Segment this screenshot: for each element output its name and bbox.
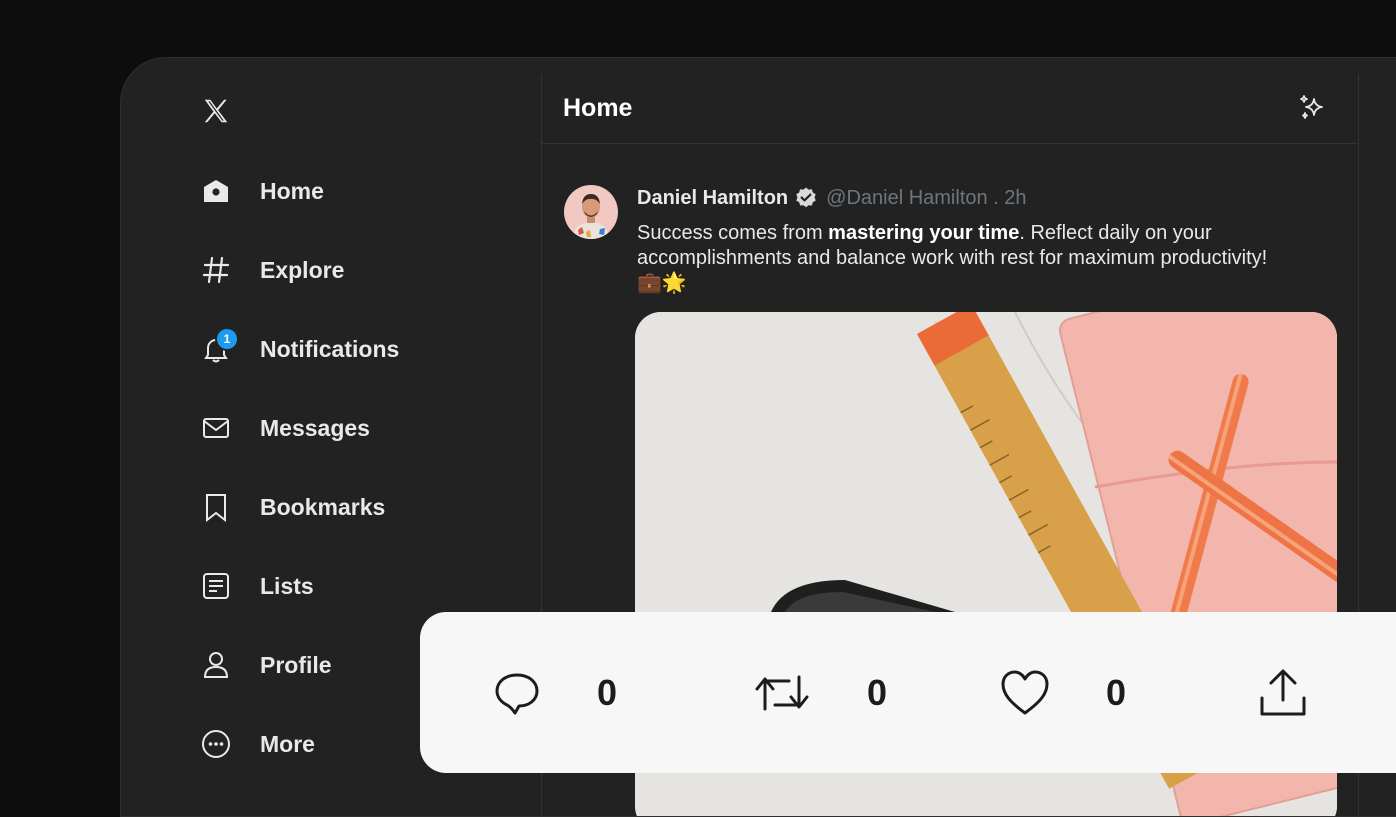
- sidebar-item-messages[interactable]: Messages: [201, 406, 370, 450]
- bookmark-icon: [201, 492, 231, 522]
- retweet-count: 0: [867, 671, 888, 713]
- sidebar-item-label: More: [260, 730, 315, 757]
- tweet-action-bar: 0 0 0: [420, 612, 1396, 773]
- like-button[interactable]: 0: [1000, 612, 1126, 773]
- sidebar-item-home[interactable]: Home: [201, 169, 324, 213]
- sidebar-item-explore[interactable]: Explore: [201, 248, 344, 292]
- retweet-button[interactable]: 0: [753, 612, 887, 773]
- hashtag-icon: [201, 255, 231, 285]
- reply-button[interactable]: 0: [493, 612, 617, 773]
- tweet-text: Success comes from mastering your time. …: [637, 221, 1297, 296]
- like-count: 0: [1106, 671, 1127, 713]
- x-logo-icon[interactable]: [201, 96, 231, 126]
- retweet-icon: [755, 675, 809, 710]
- sidebar-item-label: Explore: [260, 256, 345, 283]
- tweet-header: Daniel Hamilton @Daniel Hamilton . 2h: [637, 186, 1027, 210]
- tweet-handle-time[interactable]: @Daniel Hamilton . 2h: [826, 187, 1026, 210]
- list-icon: [201, 571, 231, 601]
- sidebar-item-bookmarks[interactable]: Bookmarks: [201, 485, 385, 529]
- avatar[interactable]: [564, 185, 618, 239]
- tweet-author[interactable]: Daniel Hamilton: [637, 187, 788, 210]
- sidebar-item-lists[interactable]: Lists: [201, 564, 314, 608]
- verified-badge-icon: [796, 187, 816, 208]
- home-icon: [201, 176, 231, 206]
- tweet-text-part: Success comes from: [637, 222, 829, 244]
- sparkle-icon[interactable]: [1297, 93, 1327, 123]
- person-icon: [201, 650, 231, 680]
- bell-icon: 1: [201, 329, 237, 364]
- share-icon: [1260, 669, 1306, 715]
- notification-badge: 1: [217, 329, 237, 349]
- reply-count: 0: [597, 671, 618, 713]
- heart-icon: [1001, 670, 1049, 714]
- sidebar-item-label: Notifications: [260, 335, 400, 362]
- sidebar-item-label: Profile: [260, 651, 332, 678]
- envelope-icon: [201, 413, 231, 443]
- more-circle-icon: [201, 729, 231, 759]
- reply-icon: [495, 673, 539, 714]
- share-button[interactable]: [1258, 612, 1308, 773]
- sidebar-item-label: Bookmarks: [260, 493, 386, 520]
- sidebar-item-profile[interactable]: Profile: [201, 643, 332, 687]
- page-title: Home: [563, 94, 633, 122]
- sidebar-item-label: Home: [260, 177, 324, 204]
- sidebar-item-notifications[interactable]: 1 Notifications: [201, 327, 399, 371]
- sidebar-item-label: Messages: [260, 414, 370, 441]
- header-divider: [542, 143, 1359, 144]
- sidebar-item-more[interactable]: More: [201, 722, 315, 766]
- tweet-text-bold: mastering your time: [828, 222, 1020, 244]
- sidebar-item-label: Lists: [260, 572, 314, 599]
